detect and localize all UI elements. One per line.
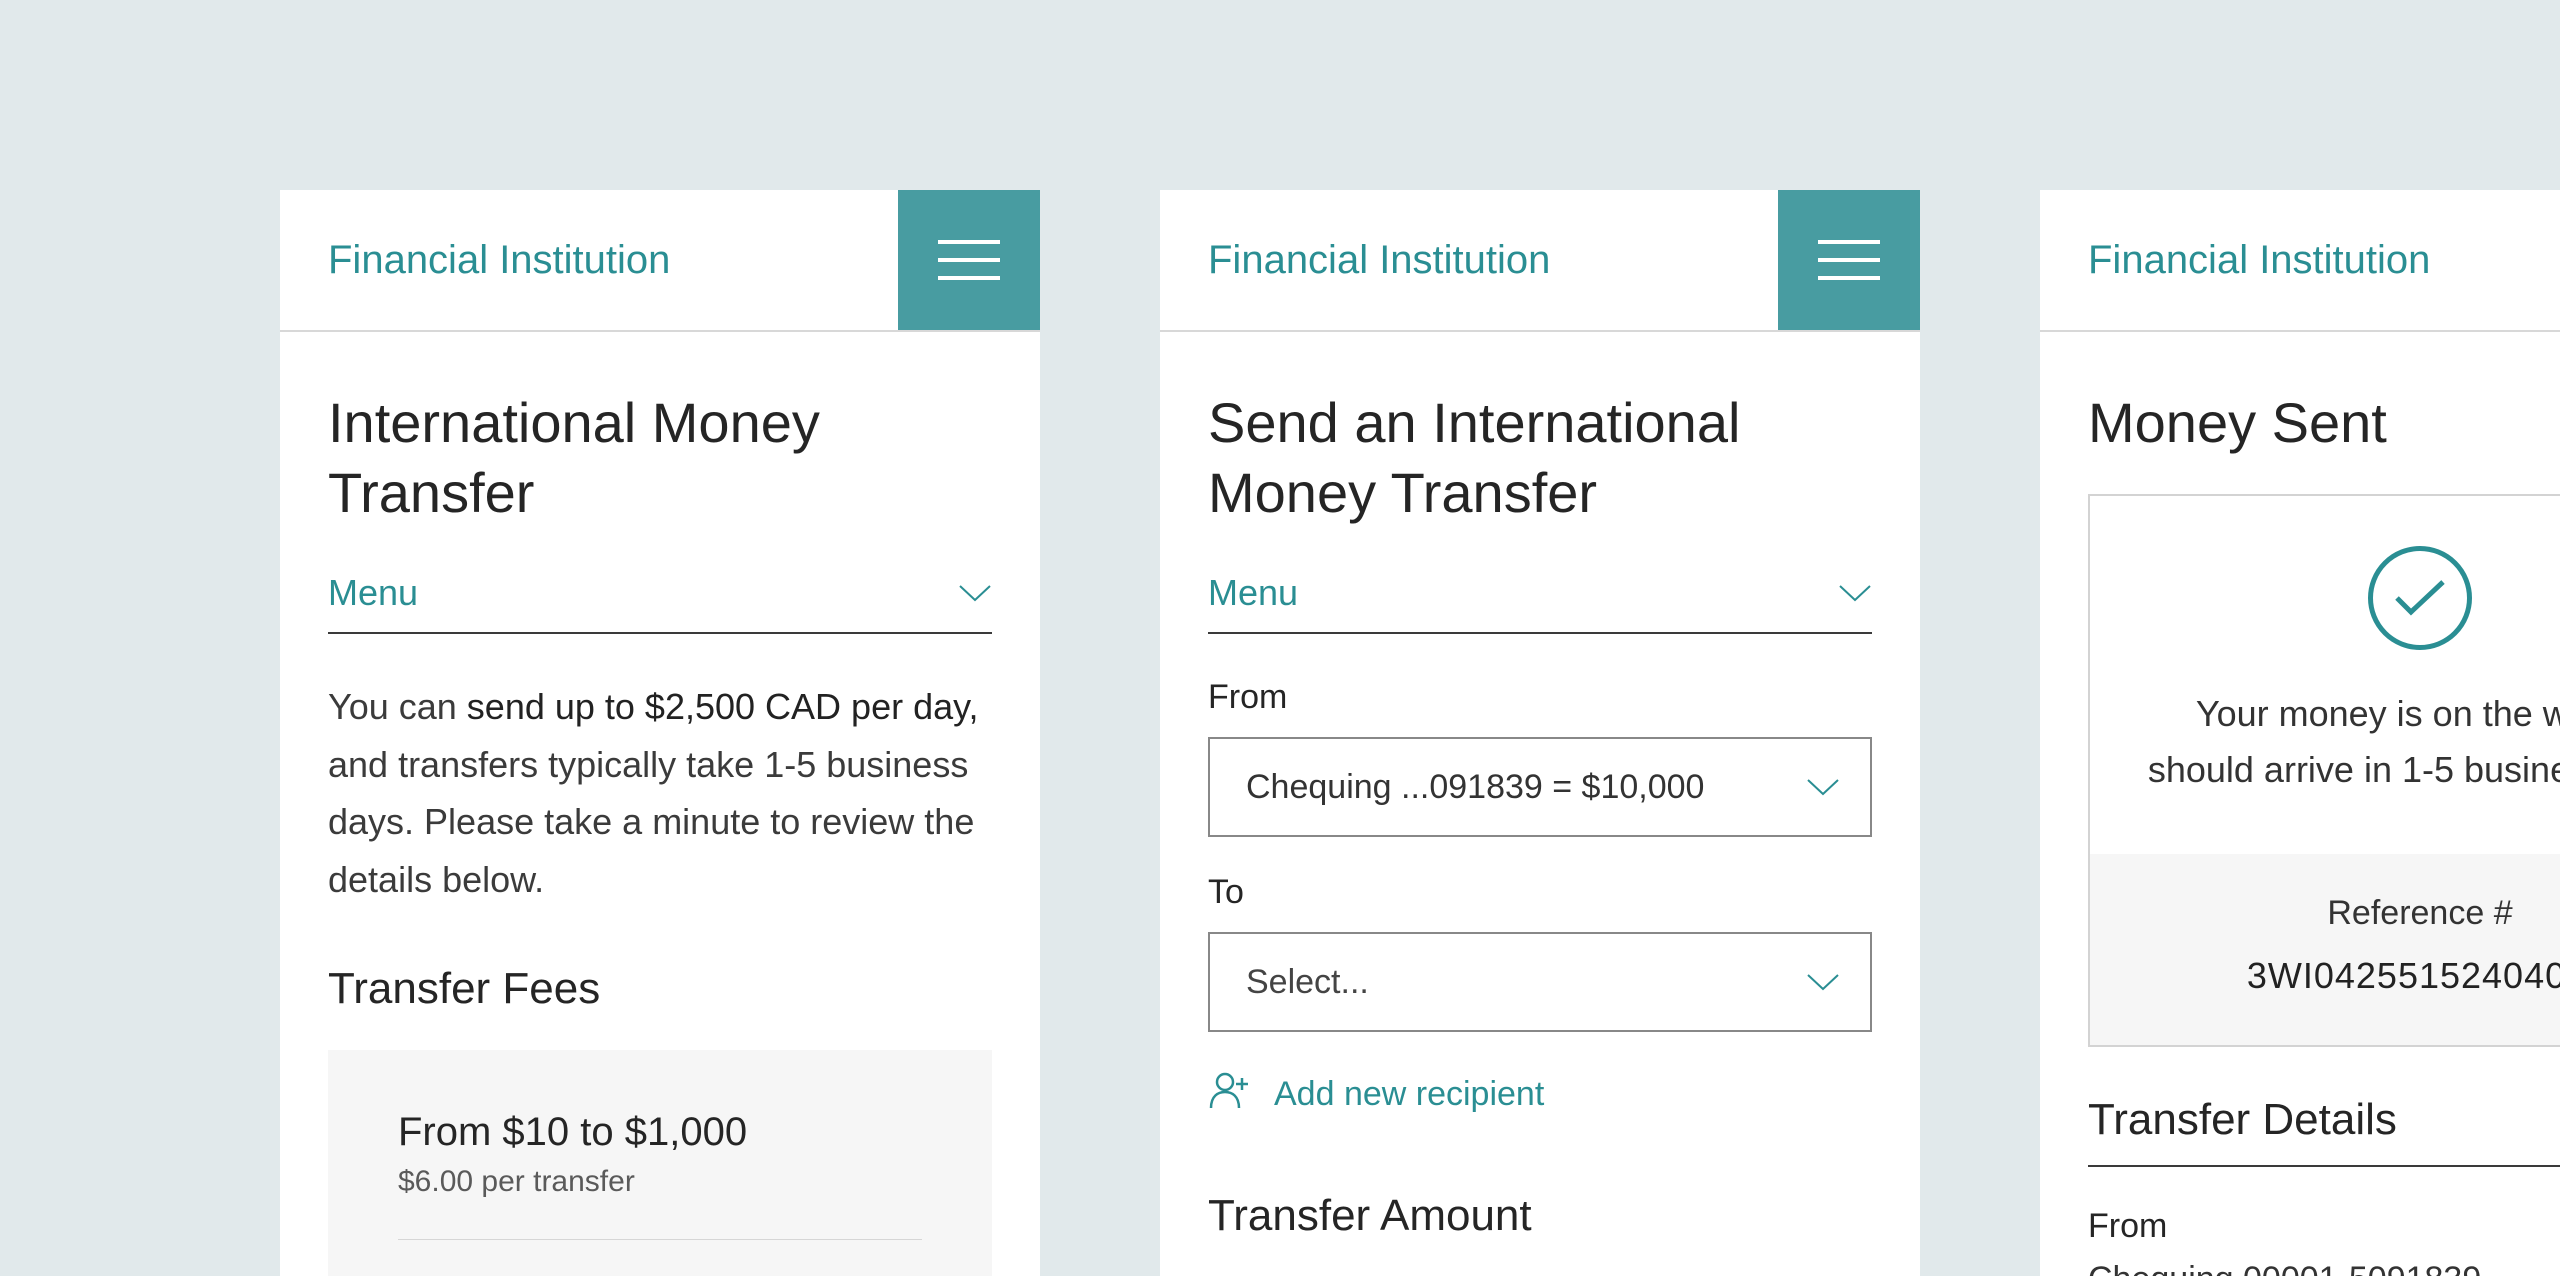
fee-tier: From $10 to $1,000 $6.00 per transfer <box>398 1110 922 1239</box>
reference-value: 3WI042551524040N <box>2110 955 2560 997</box>
menu-dropdown[interactable]: Menu <box>328 572 992 634</box>
fee-tier: From $1,000 to $2,500 $10.00 per transfe… <box>398 1239 922 1276</box>
add-recipient-link[interactable]: Add new recipient <box>1208 1068 1872 1121</box>
intro-text: You can send up to $2,500 CAD per day, a… <box>328 678 992 908</box>
chevron-down-icon <box>1806 777 1840 797</box>
topbar: Financial Institution <box>280 190 1040 332</box>
chevron-down-icon <box>1838 583 1872 603</box>
add-user-icon <box>1208 1068 1252 1121</box>
confirmation-message: Your money is on the way. It should arri… <box>2138 686 2560 798</box>
hamburger-menu-button[interactable] <box>1778 190 1920 330</box>
brand-title: Financial Institution <box>1160 190 1778 330</box>
reference-label: Reference # <box>2110 894 2560 933</box>
from-account-select[interactable]: Chequing ...091839 = $10,000 <box>1208 737 1872 837</box>
to-recipient-select[interactable]: Select... <box>1208 932 1872 1032</box>
screen-send-transfer: Financial Institution Send an Internatio… <box>1160 190 1920 1276</box>
menu-dropdown[interactable]: Menu <box>1208 572 1872 634</box>
fees-heading: Transfer Fees <box>328 964 992 1014</box>
detail-from-label: From <box>2088 1207 2560 1246</box>
details-heading: Transfer Details <box>2088 1095 2560 1167</box>
hamburger-icon <box>1818 240 1880 244</box>
fee-tier-cost: $6.00 per transfer <box>398 1165 922 1199</box>
page-title: Money Sent <box>2088 388 2560 458</box>
screen-transfer-info: Financial Institution International Mone… <box>280 190 1040 1276</box>
hamburger-menu-button[interactable] <box>898 190 1040 330</box>
add-recipient-label: Add new recipient <box>1274 1075 1544 1114</box>
confirmation-top: Your money is on the way. It should arri… <box>2090 496 2560 854</box>
topbar: Financial Institution <box>1160 190 1920 332</box>
reference-box: Reference # 3WI042551524040N <box>2090 854 2560 1045</box>
screen-money-sent: Financial Institution Money Sent Your mo… <box>2040 190 2560 1276</box>
page-title: Send an International Money Transfer <box>1208 388 1872 528</box>
page-title: International Money Transfer <box>328 388 992 528</box>
brand-title: Financial Institution <box>2040 190 2560 330</box>
to-label: To <box>1208 873 1872 912</box>
to-recipient-placeholder: Select... <box>1246 963 1369 1002</box>
from-account-value: Chequing ...091839 = $10,000 <box>1246 768 1704 807</box>
menu-label: Menu <box>1208 572 1298 614</box>
chevron-down-icon <box>1806 972 1840 992</box>
confirmation-card: Your money is on the way. It should arri… <box>2088 494 2560 1047</box>
topbar: Financial Institution <box>2040 190 2560 332</box>
detail-from-account: Chequing 00001-5091839 <box>2088 1254 2560 1276</box>
from-label: From <box>1208 678 1872 717</box>
brand-title: Financial Institution <box>280 190 898 330</box>
menu-label: Menu <box>328 572 418 614</box>
fees-box: From $10 to $1,000 $6.00 per transfer Fr… <box>328 1050 992 1276</box>
chevron-down-icon <box>958 583 992 603</box>
fee-tier-range: From $10 to $1,000 <box>398 1110 922 1155</box>
amount-heading: Transfer Amount <box>1208 1191 1872 1241</box>
hamburger-icon <box>938 240 1000 244</box>
success-check-icon <box>2368 546 2472 650</box>
